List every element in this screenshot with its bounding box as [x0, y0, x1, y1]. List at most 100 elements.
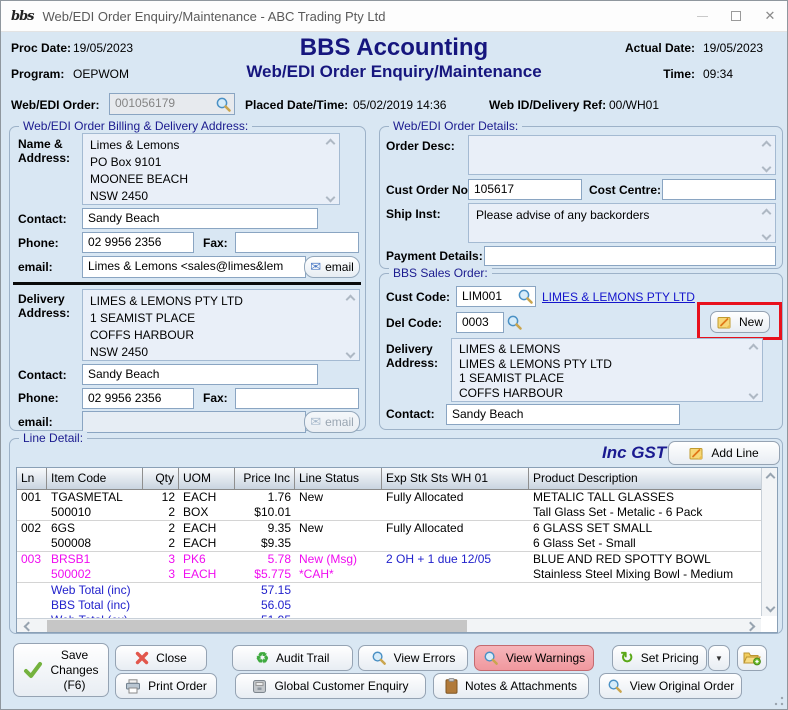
global-customer-enquiry-button[interactable]: Global Customer Enquiry	[235, 673, 426, 699]
scroll-up-icon[interactable]	[749, 343, 757, 351]
check-icon	[23, 660, 43, 680]
cell-desc2: Stainless Steel Mixing Bowl - Medium	[533, 567, 757, 582]
del-code-input[interactable]: 0003	[456, 312, 504, 333]
scroll-down-icon[interactable]	[749, 389, 757, 397]
header-right: Actual Date: 19/05/2023 Time: 09:34	[625, 41, 777, 81]
cell-ln: 001	[21, 490, 43, 505]
close-order-button[interactable]: Close	[115, 645, 207, 671]
cell-uom2: BOX	[183, 505, 231, 520]
cell-status: New (Msg)	[299, 552, 378, 567]
billing-name-address-textarea[interactable]: Limes & Lemons PO Box 9101 MOONEE BEACH …	[82, 133, 340, 205]
column-header-price-inc[interactable]: Price Inc	[235, 468, 295, 489]
delivery-address-textarea[interactable]: LIMES & LEMONS PTY LTD 1 SEAMIST PLACE C…	[82, 289, 360, 361]
app-icon: bbs	[11, 9, 34, 24]
folder-plus-icon	[743, 650, 761, 666]
scroll-down-icon[interactable]	[326, 192, 334, 200]
cost-centre-input[interactable]	[662, 179, 776, 200]
delivery-contact-input[interactable]: Sandy Beach	[82, 364, 318, 385]
view-original-order-button[interactable]: View Original Order	[599, 673, 742, 699]
column-header-ln[interactable]: Ln	[17, 468, 47, 489]
cell-status: New	[299, 521, 378, 536]
set-pricing-button[interactable]: ↻ Set Pricing	[612, 645, 707, 671]
billing-phone-input[interactable]: 02 9956 2356	[82, 232, 194, 253]
scroll-up-icon[interactable]	[326, 138, 334, 146]
cell-ln: 002	[21, 521, 43, 536]
customer-name-link[interactable]: LIMES & LEMONS PTY LTD	[542, 290, 695, 304]
scroll-up-icon[interactable]	[762, 140, 770, 148]
cell-desc: METALIC TALL GLASSES	[533, 490, 757, 505]
billing-contact-label: Contact:	[18, 212, 67, 226]
bbs-delivery-address-textarea[interactable]: LIMES & LEMONS LIMES & LEMONS PTY LTD 1 …	[451, 338, 763, 402]
scroll-right-icon[interactable]	[747, 622, 755, 630]
payment-details-input[interactable]	[484, 246, 776, 266]
cust-order-no-input[interactable]: 105617	[468, 179, 582, 200]
view-errors-button[interactable]: View Errors	[358, 645, 468, 671]
open-folder-button[interactable]	[737, 645, 767, 671]
scroll-up-icon[interactable]	[762, 468, 778, 484]
search-icon[interactable]	[517, 288, 534, 305]
scroll-down-icon[interactable]	[762, 230, 770, 238]
column-header-product-desc[interactable]: Product Description	[529, 468, 761, 489]
minimize-button[interactable]	[685, 1, 719, 31]
billing-fax-input[interactable]	[235, 232, 359, 253]
scroll-down-icon[interactable]	[762, 162, 770, 170]
billing-email-input[interactable]: Limes & Lemons <sales@limes&lem	[82, 256, 306, 278]
delivery-fax-input[interactable]	[235, 388, 359, 409]
new-button[interactable]: New	[710, 311, 770, 333]
bbs-sales-order-group: BBS Sales Order: Cust Code: LIM001 LIMES…	[379, 273, 783, 430]
scroll-left-icon[interactable]	[23, 622, 31, 630]
column-header-qty[interactable]: Qty	[143, 468, 179, 489]
column-header-exp-stk[interactable]: Exp Stk Sts WH 01	[382, 468, 529, 489]
delivery-email-button[interactable]: ✉ email	[304, 411, 360, 433]
table-header-row: Ln Item Code Qty UOM Price Inc Line Stat…	[17, 468, 761, 490]
print-order-button[interactable]: Print Order	[115, 673, 217, 699]
webid-delivery-ref-value: 00/WH01	[609, 98, 659, 112]
search-icon[interactable]	[506, 314, 523, 331]
actual-date-label: Actual Date:	[625, 41, 695, 55]
cell-desc: BLUE AND RED SPOTTY BOWL	[533, 552, 757, 567]
table-row[interactable]: 003 BRSB1500002 33 PK6EACH 5.78$5.775 Ne…	[17, 552, 761, 583]
close-button[interactable]: ✕	[753, 1, 787, 31]
view-warnings-button[interactable]: View Warnings	[474, 645, 594, 671]
order-desc-textarea[interactable]	[468, 135, 776, 175]
bbs-contact-input[interactable]: Sandy Beach	[446, 404, 680, 425]
webedi-order-input[interactable]: 001056179	[109, 93, 235, 115]
cell-item2: 500002	[51, 567, 139, 582]
billing-contact-input[interactable]: Sandy Beach	[82, 208, 318, 229]
vertical-scrollbar[interactable]	[761, 468, 777, 616]
app-window: bbs Web/EDI Order Enquiry/Maintenance - …	[0, 0, 788, 710]
scroll-up-icon[interactable]	[762, 208, 770, 216]
time-label: Time:	[625, 67, 695, 81]
maximize-button[interactable]	[719, 1, 753, 31]
scroll-up-icon[interactable]	[346, 294, 354, 302]
time-value: 09:34	[703, 67, 777, 81]
cell-price: 1.76	[239, 490, 291, 505]
name-address-label: Name & Address:	[18, 137, 76, 165]
billing-email-button[interactable]: ✉ email	[304, 256, 360, 278]
cell-status: New	[299, 490, 378, 505]
scrollbar-thumb[interactable]	[47, 620, 467, 632]
add-line-button[interactable]: Add Line	[668, 441, 780, 465]
resize-grip[interactable]	[774, 696, 784, 706]
delivery-email-input[interactable]	[82, 411, 306, 433]
search-icon[interactable]	[215, 96, 232, 113]
cell-price2: $10.01	[239, 505, 291, 520]
ship-inst-textarea[interactable]: Please advise of any backorders	[468, 203, 776, 243]
scroll-down-icon[interactable]	[762, 600, 778, 616]
print-order-button-label: Print Order	[148, 679, 207, 693]
horizontal-scrollbar[interactable]	[17, 618, 761, 632]
column-header-line-status[interactable]: Line Status	[295, 468, 382, 489]
delivery-phone-input[interactable]: 02 9956 2356	[82, 388, 194, 409]
scroll-down-icon[interactable]	[346, 348, 354, 356]
order-details-group: Web/EDI Order Details: Order Desc: Cust …	[379, 126, 783, 269]
table-row[interactable]: 002 6GS500008 22 EACHEACH 9.35$9.35 New …	[17, 521, 761, 552]
column-header-uom[interactable]: UOM	[179, 468, 235, 489]
column-header-item-code[interactable]: Item Code	[47, 468, 143, 489]
audit-trail-button[interactable]: ♻ Audit Trail	[232, 645, 353, 671]
window-title: Web/EDI Order Enquiry/Maintenance - ABC …	[43, 9, 386, 24]
save-changes-button[interactable]: Save Changes (F6)	[13, 643, 109, 697]
set-pricing-dropdown-button[interactable]: ▼	[708, 645, 730, 671]
notes-attachments-button[interactable]: Notes & Attachments	[433, 673, 589, 699]
table-row[interactable]: 001 TGASMETAL500010 122 EACHBOX 1.76$10.…	[17, 490, 761, 521]
billing-delivery-group-title: Web/EDI Order Billing & Delivery Address…	[19, 119, 252, 133]
